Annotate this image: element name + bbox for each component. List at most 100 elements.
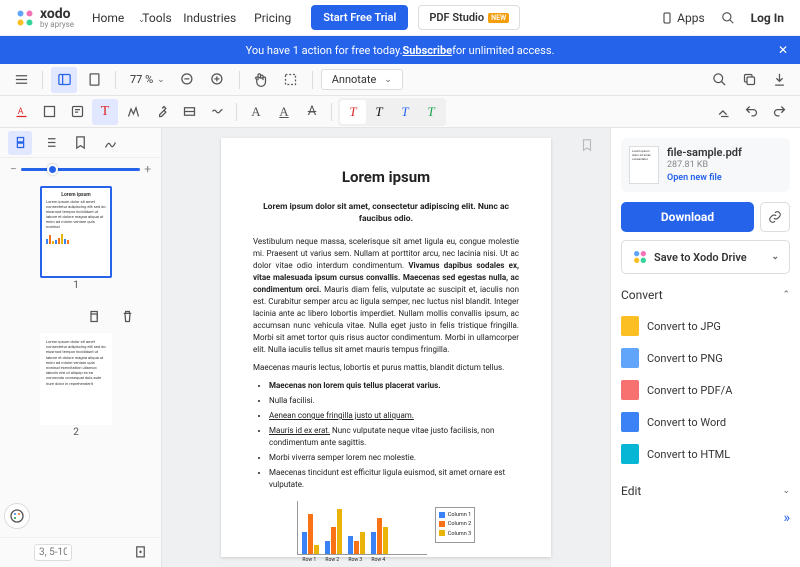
file-size: 287.81 KB: [667, 160, 782, 170]
nav-industries[interactable]: Industries: [183, 11, 236, 25]
subscribe-link[interactable]: Subscribe: [403, 44, 453, 57]
highlight-pen-icon[interactable]: [148, 99, 174, 125]
page-list: Maecenas non lorem quis tellus placerat …: [269, 380, 519, 491]
strikeout-tool-icon[interactable]: [176, 99, 202, 125]
chevron-up-icon: ⌃: [782, 290, 790, 300]
convert-item[interactable]: Convert to PNG: [621, 342, 790, 374]
freehand-tool-icon[interactable]: [120, 99, 146, 125]
convert-item[interactable]: Convert to Word: [621, 406, 790, 438]
thumbnail-size-slider[interactable]: − +: [0, 158, 161, 180]
pan-tool-icon[interactable]: [248, 67, 274, 93]
file-type-icon: [621, 412, 639, 432]
page-chart: Row 1Row 2Row 3Row 4 Column 1Column 2Col…: [253, 501, 519, 565]
thumbnails-list: Lorem ipsumLorem ipsum dolor sit amet co…: [0, 180, 161, 537]
list-item: Morbi viverra semper lorem nec molestie.: [269, 452, 519, 464]
zoom-in-icon[interactable]: [205, 67, 231, 93]
thumbnail-page-1[interactable]: Lorem ipsumLorem ipsum dolor sit amet co…: [40, 186, 112, 291]
thumbnail-page-2[interactable]: Lorem ipsum dolor sit amet consectetur a…: [40, 333, 112, 438]
chevron-down-icon: ⌄: [782, 486, 790, 496]
file-type-icon: [621, 348, 639, 368]
signatures-tab-icon[interactable]: [98, 131, 122, 155]
nav-home[interactable]: Home: [92, 11, 124, 25]
convert-list: Convert to JPGConvert to PNGConvert to P…: [621, 310, 790, 470]
page-range-input[interactable]: [34, 544, 72, 561]
document-viewport[interactable]: Lorem ipsum Lorem ipsum dolor sit amet, …: [162, 128, 610, 567]
right-panel: Lorem ipsum dolor sit amet consectetur f…: [610, 128, 800, 567]
file-thumbnail: Lorem ipsum dolor sit amet consectetur: [629, 146, 659, 184]
text-style-a1-icon[interactable]: A: [243, 99, 269, 125]
page-lead: Lorem ipsum dolor sit amet, consectetur …: [253, 201, 519, 227]
close-banner-icon[interactable]: ✕: [778, 43, 788, 57]
left-panel-footer: [0, 537, 161, 567]
page-para-1: Vestibulum neque massa, scelerisque sit …: [253, 236, 519, 356]
workspace: − + Lorem ipsumLorem ipsum dolor sit ame…: [0, 128, 800, 567]
convert-item[interactable]: Convert to HTML: [621, 438, 790, 470]
edit-section-header[interactable]: Edit⌄: [621, 484, 790, 498]
eraser-tool-icon[interactable]: [710, 99, 736, 125]
view-mode-icon[interactable]: [81, 67, 107, 93]
chevron-down-icon: ⌄: [771, 252, 779, 262]
squiggly-tool-icon[interactable]: [204, 99, 230, 125]
page-1: Lorem ipsum Lorem ipsum dolor sit amet, …: [221, 138, 551, 557]
promo-banner: You have 1 action for free today. Subscr…: [0, 36, 800, 64]
text-style-a2-icon[interactable]: A: [271, 99, 297, 125]
nav-pricing[interactable]: Pricing: [254, 11, 291, 25]
page-title: Lorem ipsum: [253, 166, 519, 189]
bookmark-icon[interactable]: [580, 138, 594, 155]
text-red-tool[interactable]: T: [340, 100, 366, 124]
list-item: Aenean congue fringilla justo ut aliquam…: [269, 410, 519, 422]
note-tool-icon[interactable]: [64, 99, 90, 125]
logo-icon: [16, 9, 34, 27]
convert-section-header[interactable]: Convert⌃: [621, 288, 790, 302]
list-item: Nulla facilisi.: [269, 395, 519, 407]
device-icon: [661, 12, 673, 24]
login-button[interactable]: Log In: [751, 11, 784, 25]
text-black-tool[interactable]: T: [366, 100, 392, 124]
text-blue-tool[interactable]: T: [392, 100, 418, 124]
convert-item[interactable]: Convert to PDF/A: [621, 374, 790, 406]
panel-toggle-icon[interactable]: [51, 67, 77, 93]
freetext-tool-icon[interactable]: T: [92, 99, 118, 125]
zoom-level[interactable]: 77 %⌄: [124, 71, 171, 88]
file-type-icon: [621, 444, 639, 464]
search-doc-icon[interactable]: [706, 67, 732, 93]
list-item: Mauris id ex erat. Nunc vulputate neque …: [269, 425, 519, 449]
download-icon[interactable]: [766, 67, 792, 93]
highlight-tool-icon[interactable]: [36, 99, 62, 125]
more-actions-button[interactable]: »: [621, 506, 790, 530]
annotate-dropdown[interactable]: Annotate⌄: [321, 69, 403, 90]
file-type-icon: [621, 316, 639, 336]
download-button[interactable]: Download: [621, 202, 754, 232]
duplicate-page-icon[interactable]: [80, 303, 106, 329]
outline-tab-icon[interactable]: [38, 131, 62, 155]
thumbnails-tab-icon[interactable]: [8, 131, 32, 155]
toolbar-annotate: A T A A A T T T T: [0, 96, 800, 128]
share-link-button[interactable]: [760, 202, 790, 232]
text-green-tool[interactable]: T: [418, 100, 444, 124]
menu-icon[interactable]: [8, 67, 34, 93]
zoom-out-icon[interactable]: [175, 67, 201, 93]
convert-item[interactable]: Convert to JPG: [621, 310, 790, 342]
page-add-icon[interactable]: [127, 540, 153, 566]
nav-items: Home Tools⌄ Industries Pricing: [92, 11, 291, 25]
bookmarks-tab-icon[interactable]: [68, 131, 92, 155]
nav-tools[interactable]: Tools⌄: [142, 11, 165, 25]
start-free-trial-button[interactable]: Start Free Trial: [311, 5, 408, 30]
select-tool-icon[interactable]: [278, 67, 304, 93]
delete-page-icon[interactable]: [114, 303, 140, 329]
apps-link[interactable]: Apps: [661, 11, 705, 25]
open-new-file-link[interactable]: Open new file: [667, 173, 782, 183]
underline-tool-icon[interactable]: A: [8, 99, 34, 125]
list-item: Maecenas non lorem quis tellus placerat …: [269, 380, 519, 392]
file-card: Lorem ipsum dolor sit amet consectetur f…: [621, 138, 790, 192]
search-icon[interactable]: [721, 11, 735, 25]
copy-icon[interactable]: [736, 67, 762, 93]
undo-icon[interactable]: [738, 99, 764, 125]
color-palette-icon[interactable]: [4, 503, 30, 529]
pdf-studio-button[interactable]: PDF StudioNEW: [418, 5, 520, 30]
text-style-a3-icon[interactable]: A: [299, 99, 325, 125]
toolbar-main: 77 %⌄ Annotate⌄: [0, 64, 800, 96]
redo-icon[interactable]: [766, 99, 792, 125]
logo[interactable]: xodoby apryse: [16, 6, 74, 29]
save-to-drive-button[interactable]: Save to Xodo Drive⌄: [621, 240, 790, 274]
